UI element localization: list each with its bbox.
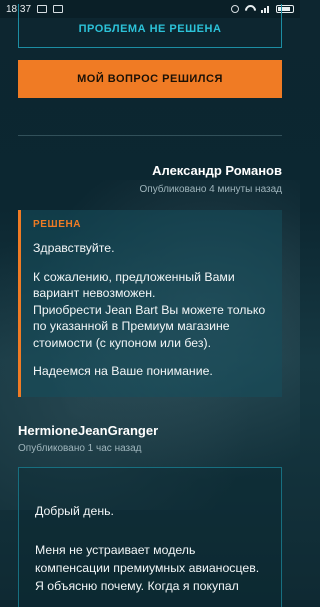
question-card: Добрый день. Меня не устраивает модель к… <box>18 467 282 607</box>
answer-paragraph: Здравствуйте. <box>33 241 115 255</box>
answer-published-time: Опубликовано 4 минуты назад <box>139 184 283 195</box>
question-solved-button[interactable]: МОЙ ВОПРОС РЕШИЛСЯ <box>18 60 282 98</box>
status-badge: РЕШЕНА <box>33 219 82 230</box>
divider <box>18 135 282 136</box>
answer-author-name: Александр Романов <box>152 163 282 178</box>
problem-not-solved-button[interactable]: ПРОБЛЕМА НЕ РЕШЕНА <box>18 4 282 48</box>
answer-paragraph: К сожалению, предложенный Вами вариант н… <box>33 269 266 350</box>
question-paragraph: Добрый день. <box>35 504 114 518</box>
question-author-name: HermioneJeanGranger <box>18 423 159 438</box>
question-published-time: Опубликовано 1 час назад <box>18 443 142 454</box>
question-paragraph: Меня не устраивает модель компенсации пр… <box>35 543 260 593</box>
answer-paragraph: Надеемся на Ваше понимание. <box>33 364 213 378</box>
answer-card: РЕШЕНА Здравствуйте. К сожалению, предло… <box>18 210 282 397</box>
